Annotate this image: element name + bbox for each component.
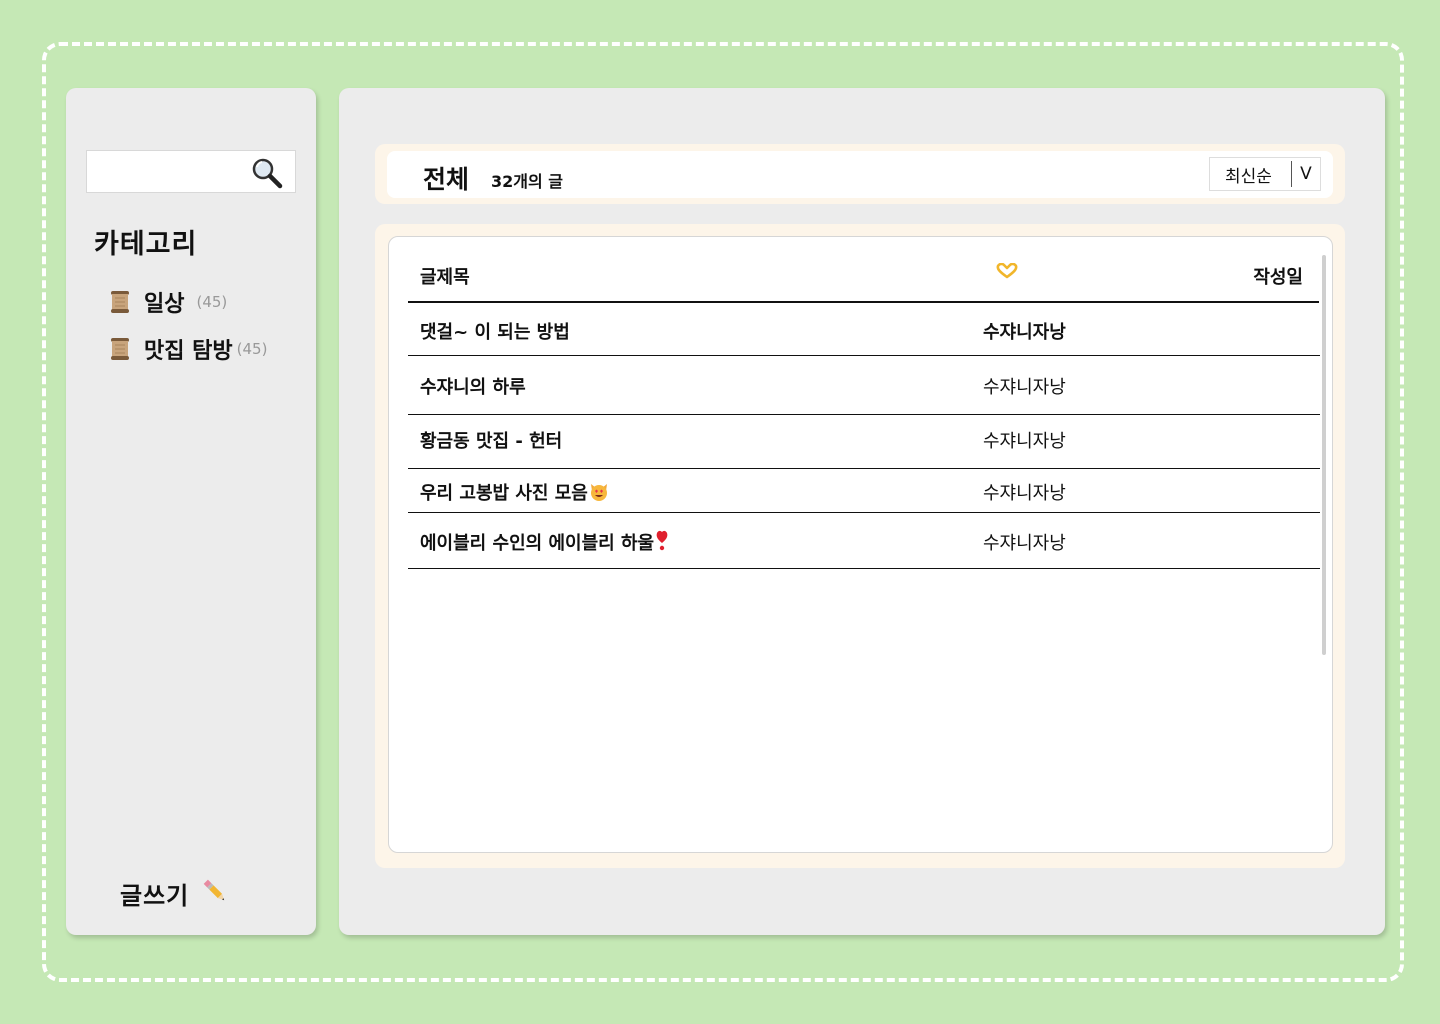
sidebar: 카테고리 일상 (45) 맛집 탐방 (45) 글쓰기: [66, 88, 316, 935]
post-count: 32개의 글: [491, 172, 563, 191]
post-title: 수쟈니의 하루: [420, 377, 526, 398]
sort-selected: 최신순: [1225, 166, 1272, 187]
main-panel: 전체 32개의 글 최신순 V 글제목 작성일 댓걸~ 이 되는 방법 수쟈니자…: [339, 88, 1385, 935]
table-row[interactable]: 수쟈니의 하루 수쟈니자낭: [408, 356, 1320, 415]
post-author: 수쟈니자낭: [983, 431, 1066, 452]
page-title: 전체: [423, 165, 470, 194]
category-label: 일상: [144, 291, 185, 317]
column-title: 글제목: [420, 267, 470, 288]
category-item-daily[interactable]: 일상 (45): [108, 278, 267, 325]
write-label: 글쓰기: [120, 882, 190, 910]
category-count: (45): [196, 292, 228, 311]
heart-eyes-cat-icon: [590, 484, 607, 501]
post-title: 에이블리 수인의 에이블리 하울: [420, 533, 655, 554]
post-title: 댓걸~ 이 되는 방법: [420, 322, 570, 343]
post-author: 수쟈니자낭: [983, 322, 1066, 343]
category-count: (45): [236, 339, 268, 358]
search-box: [86, 150, 296, 193]
table-row[interactable]: 에이블리 수인의 에이블리 하울 수쟈니자낭: [408, 513, 1320, 569]
post-title-wrap: 우리 고봉밥 사진 모음: [420, 479, 609, 505]
post-list: 글제목 작성일 댓걸~ 이 되는 방법 수쟈니자낭 수쟈니의 하루 수쟈니자낭 …: [388, 236, 1333, 853]
table-row[interactable]: 댓걸~ 이 되는 방법 수쟈니자낭: [408, 302, 1320, 356]
category-list: 일상 (45) 맛집 탐방 (45): [108, 278, 267, 372]
heart-exclamation-icon: [656, 530, 668, 551]
post-title-wrap: 에이블리 수인의 에이블리 하울: [420, 529, 668, 555]
scroll-icon: [111, 290, 129, 313]
table-row[interactable]: 우리 고봉밥 사진 모음 수쟈니자낭: [408, 469, 1320, 513]
category-item-food[interactable]: 맛집 탐방 (45): [108, 325, 267, 372]
post-title: 황금동 맛집 - 헌터: [420, 431, 563, 452]
post-author: 수쟈니자낭: [983, 533, 1066, 554]
search-icon[interactable]: [251, 157, 283, 189]
header-inner: 전체 32개의 글 최신순 V: [387, 151, 1333, 198]
post-author: 수쟈니자낭: [983, 377, 1066, 398]
post-author: 수쟈니자낭: [983, 483, 1066, 504]
list-header: 글제목 작성일: [408, 237, 1319, 303]
write-button[interactable]: 글쓰기: [120, 876, 229, 911]
sort-select[interactable]: 최신순 V: [1209, 157, 1321, 191]
column-date: 작성일: [1253, 267, 1303, 288]
category-label: 맛집 탐방: [144, 338, 233, 364]
pencil-icon: [203, 879, 225, 900]
post-list-panel: 글제목 작성일 댓걸~ 이 되는 방법 수쟈니자낭 수쟈니의 하루 수쟈니자낭 …: [375, 224, 1345, 868]
scroll-icon: [111, 337, 129, 360]
category-title: 카테고리: [94, 229, 198, 260]
header-bar: 전체 32개의 글 최신순 V: [375, 144, 1345, 204]
heart-hands-icon: [996, 263, 1018, 279]
post-title: 우리 고봉밥 사진 모음: [420, 483, 588, 504]
search-input[interactable]: [87, 151, 253, 191]
sort-arrow[interactable]: V: [1292, 164, 1320, 184]
post-rows: 댓걸~ 이 되는 방법 수쟈니자낭 수쟈니의 하루 수쟈니자낭 황금동 맛집 -…: [408, 302, 1320, 569]
scrollbar[interactable]: [1322, 255, 1326, 655]
table-row[interactable]: 황금동 맛집 - 헌터 수쟈니자낭: [408, 415, 1320, 469]
